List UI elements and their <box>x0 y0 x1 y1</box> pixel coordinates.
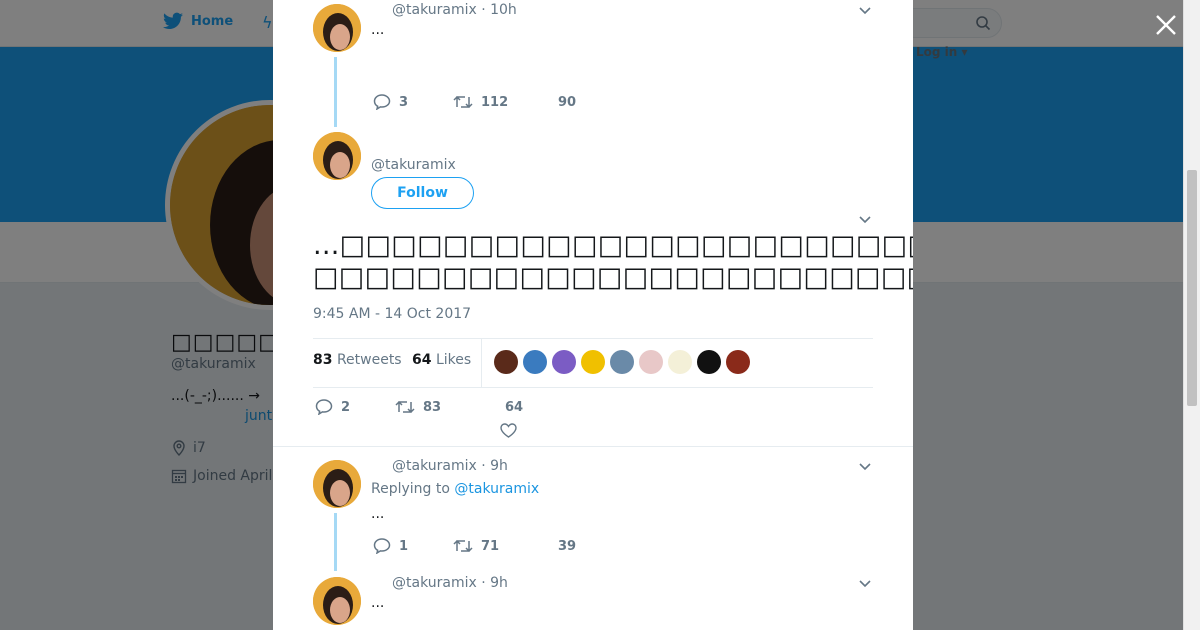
reply-icon <box>315 399 333 415</box>
scrollbar-thumb[interactable] <box>1187 170 1197 406</box>
chevron-down-icon[interactable] <box>859 7 871 15</box>
replying-to-link[interactable]: @takuramix <box>454 481 539 497</box>
reply-icon <box>373 538 391 554</box>
reply-count: 2 <box>341 399 351 415</box>
reply-icon <box>373 94 391 110</box>
tweet-stats: 83 Retweets 64 Likes <box>313 338 873 388</box>
heart-icon[interactable] <box>500 423 517 438</box>
liker-avatar[interactable] <box>639 350 663 374</box>
retweet-stat-count: 83 <box>313 352 333 368</box>
tweet-handle[interactable]: @takuramix · 10h <box>392 2 517 18</box>
tweet-actions: 3 112 90 <box>373 94 576 110</box>
divider <box>273 446 913 447</box>
tweet-handle[interactable]: @takuramix · 9h <box>392 575 508 591</box>
tweet-timestamp[interactable]: 9:45 AM - 14 Oct 2017 <box>313 306 471 322</box>
chevron-down-icon[interactable] <box>859 216 871 224</box>
replying-to: Replying to @takuramix <box>371 481 539 497</box>
like-stat-label: Likes <box>435 352 472 368</box>
tweet-text: ... <box>371 595 385 611</box>
liker-avatar[interactable] <box>494 350 518 374</box>
page-scrollbar[interactable] <box>1183 0 1200 630</box>
thread-line <box>334 513 337 571</box>
retweet-icon <box>453 95 473 109</box>
main-tweet-handle[interactable]: @takuramix <box>371 157 456 173</box>
retweet-button[interactable]: 112 <box>453 94 558 110</box>
liker-avatar[interactable] <box>610 350 634 374</box>
retweet-stat[interactable]: 83 Retweets <box>313 352 402 368</box>
like-stat[interactable]: 64 Likes <box>412 352 471 368</box>
retweet-icon <box>395 400 415 414</box>
reply-button[interactable]: 2 <box>315 399 395 415</box>
retweet-button[interactable]: 71 <box>453 538 558 554</box>
avatar[interactable] <box>313 132 361 180</box>
avatar[interactable] <box>313 4 361 52</box>
replying-to-prefix: Replying to <box>371 481 450 497</box>
retweet-count: 71 <box>481 538 500 554</box>
retweet-button[interactable]: 83 <box>395 399 505 415</box>
tweet-handle[interactable]: @takuramix · 9h <box>392 458 508 474</box>
like-button[interactable]: 90 <box>558 95 576 110</box>
retweet-count: 112 <box>481 94 509 110</box>
like-button[interactable]: 39 <box>558 539 576 554</box>
tweet-text: ... <box>371 506 385 522</box>
reply-count: 1 <box>399 538 409 554</box>
close-icon[interactable] <box>1153 12 1179 38</box>
like-stat-count: 64 <box>412 352 432 368</box>
like-count: 39 <box>558 538 577 554</box>
like-count: 90 <box>558 94 577 110</box>
like-count: 64 <box>505 399 524 415</box>
reply-button[interactable]: 3 <box>373 94 453 110</box>
reply-button[interactable]: 1 <box>373 538 453 554</box>
follow-button[interactable]: Follow <box>371 177 474 209</box>
liker-avatar[interactable] <box>523 350 547 374</box>
main-tweet-text: ...□□□□□□□□□□□□□□□□□□□□□□ □□□□□□□□□□□□□□□… <box>313 230 913 294</box>
liker-avatar[interactable] <box>581 350 605 374</box>
chevron-down-icon[interactable] <box>859 463 871 471</box>
liker-avatar[interactable] <box>726 350 750 374</box>
chevron-down-icon[interactable] <box>859 580 871 588</box>
avatar[interactable] <box>313 460 361 508</box>
tweet-permalink-modal: @takuramix · 10h ... 3 112 90 @takuramix… <box>273 0 913 630</box>
tweet-text: ... <box>371 22 385 38</box>
like-button[interactable]: 64 <box>505 400 523 415</box>
stats-divider <box>481 339 482 387</box>
liker-avatars <box>494 350 750 374</box>
retweet-count: 83 <box>423 399 442 415</box>
liker-avatar[interactable] <box>697 350 721 374</box>
main-tweet-text-line1: ...□□□□□□□□□□□□□□□□□□□□□□□□□□□□□□□□□□□□□… <box>313 230 913 261</box>
liker-avatar[interactable] <box>552 350 576 374</box>
thread-line <box>334 57 337 127</box>
liker-avatar[interactable] <box>668 350 692 374</box>
avatar[interactable] <box>313 577 361 625</box>
tweet-actions: 1 71 39 <box>373 538 576 554</box>
main-tweet-text-line2: □□□□□□□□□□□□□□□□□□□□□□□□□□□□□□□□□□□□□□□□… <box>313 262 913 293</box>
retweet-stat-label: Retweets <box>336 352 402 368</box>
main-tweet-actions: 2 83 64 <box>315 399 523 415</box>
retweet-icon <box>453 539 473 553</box>
reply-count: 3 <box>399 94 409 110</box>
